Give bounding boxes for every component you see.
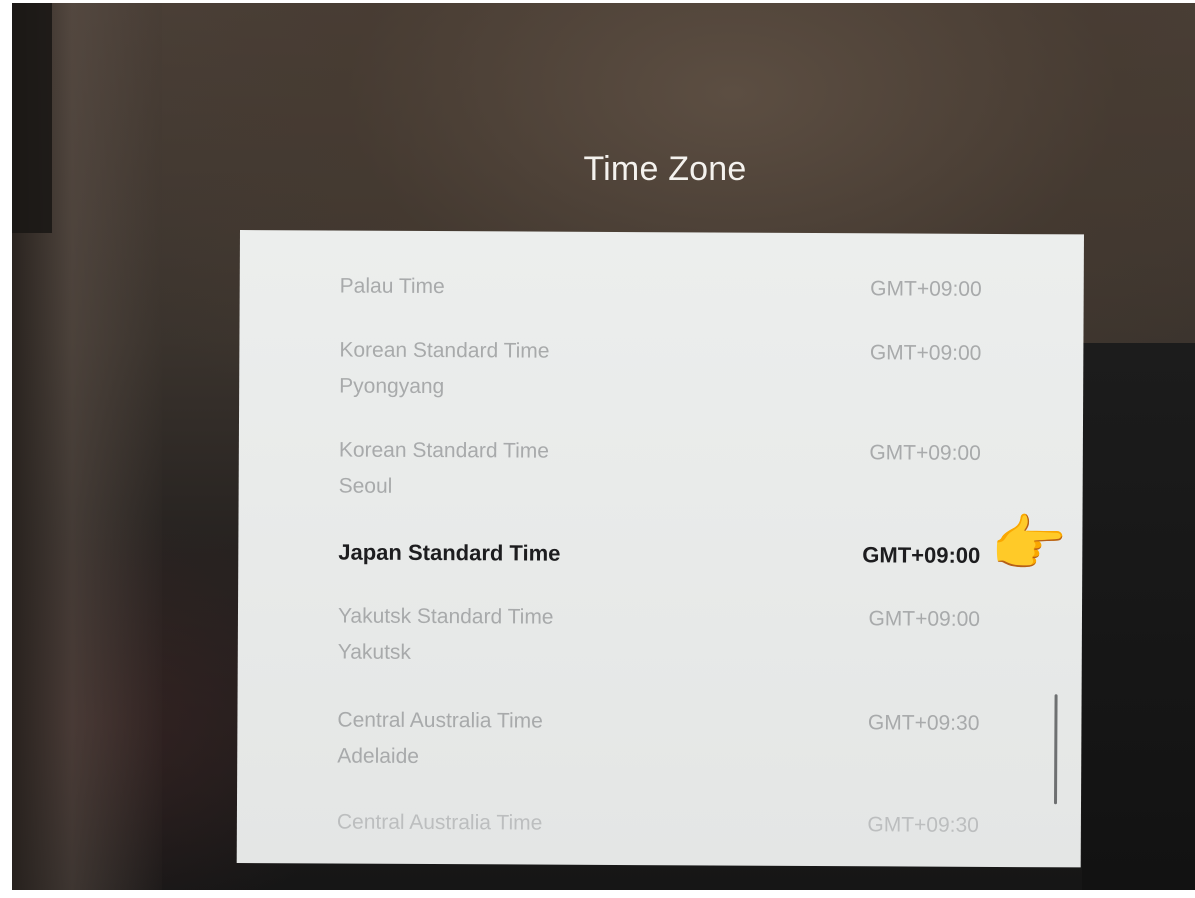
background-shadow-left [12,3,52,233]
background-shadow-right [1082,343,1195,890]
time-zone-item[interactable]: Korean Standard Time Pyongyang GMT+09:00 [339,333,999,416]
time-zone-offset: GMT+09:00 [869,441,981,465]
time-zone-offset: GMT+09:30 [867,711,980,735]
time-zone-list[interactable]: Palau Time GMT+09:00 Korean Standard Tim… [236,230,1084,868]
time-zone-offset: GMT+09:00 [862,542,981,568]
time-zone-offset: GMT+09:00 [868,607,981,631]
time-zone-name: Palau Time [339,274,445,299]
pointing-hand-icon: 👉 [990,510,1068,579]
time-zone-offset: GMT+09:00 [869,341,982,365]
time-zone-name: Central Australia Time Adelaide [337,708,543,768]
time-zone-item[interactable]: Yakutsk Standard Time Yakutsk GMT+09:00 [338,599,998,682]
time-zone-name: Japan Standard Time [338,539,561,566]
time-zone-item[interactable]: Central Australia Time GMT+09:30 [337,805,997,868]
time-zone-offset: GMT+09:00 [870,277,982,301]
time-zone-name: Korean Standard Time Pyongyang [339,338,550,399]
time-zone-name: Korean Standard Time Seoul [338,438,550,498]
scrollbar[interactable] [1054,694,1058,805]
time-zone-item[interactable]: Korean Standard Time Seoul GMT+09:00 [339,433,999,516]
time-zone-name: Yakutsk Standard Time Yakutsk [337,604,554,664]
time-zone-item[interactable]: Central Australia Time Adelaide GMT+09:3… [337,703,997,786]
time-zone-offset: GMT+09:30 [867,813,979,837]
dialog-title: Time Zone [583,150,747,188]
time-zone-name: Central Australia Time [336,810,543,835]
